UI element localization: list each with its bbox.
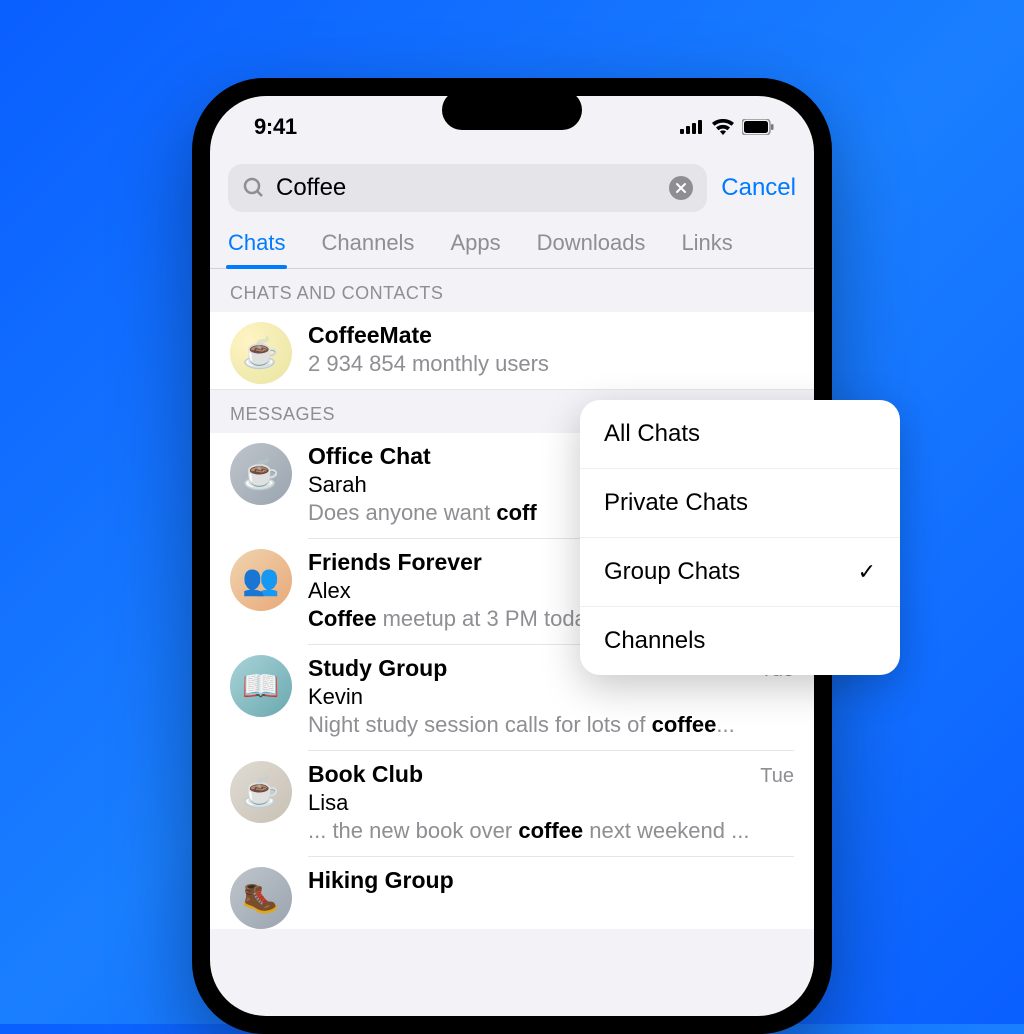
tab-channels[interactable]: Channels (321, 222, 414, 268)
signal-icon (680, 120, 704, 134)
search-icon (242, 176, 266, 200)
chat-preview: ... the new book over coffee next weeken… (308, 818, 794, 844)
contact-row[interactable]: ☕ CoffeeMate 2 934 854 monthly users (210, 312, 814, 389)
tab-apps[interactable]: Apps (450, 222, 500, 268)
tab-downloads[interactable]: Downloads (537, 222, 646, 268)
filter-label: Channels (604, 627, 705, 655)
filter-label: Group Chats (604, 558, 740, 586)
filter-popover: All Chats Private Chats Group Chats ✓ Ch… (580, 400, 900, 675)
avatar-emoji: ☕ (242, 457, 279, 492)
avatar-emoji: 🥾 (242, 881, 279, 916)
avatar: ☕ (230, 322, 292, 384)
chat-row[interactable]: ☕ Book Club Tue Lisa ... the new book ove… (210, 751, 814, 857)
avatar: ☕ (230, 761, 292, 823)
status-icons (680, 119, 774, 135)
filter-label: All Chats (604, 420, 700, 448)
wifi-icon (712, 119, 734, 135)
avatar: 🥾 (230, 867, 292, 929)
tab-label: Apps (450, 230, 500, 255)
cancel-button[interactable]: Cancel (721, 174, 796, 202)
chat-title: Hiking Group (308, 867, 454, 894)
tab-links[interactable]: Links (681, 222, 732, 268)
avatar-emoji: ☕ (242, 775, 279, 810)
phone-notch (442, 90, 582, 130)
search-input[interactable] (276, 174, 659, 202)
tab-label: Links (681, 230, 732, 255)
avatar-emoji: 👥 (242, 563, 279, 598)
avatar: ☕ (230, 443, 292, 505)
contacts-list: ☕ CoffeeMate 2 934 854 monthly users (210, 312, 814, 389)
contact-subtitle: 2 934 854 monthly users (308, 351, 794, 377)
chat-title: Friends Forever (308, 549, 482, 576)
tab-chats[interactable]: Chats (228, 222, 285, 268)
chat-title: Study Group (308, 655, 447, 682)
search-tabs: Chats Channels Apps Downloads Links (210, 222, 814, 269)
clear-search-button[interactable] (669, 176, 693, 200)
battery-icon (742, 119, 774, 135)
filter-option-channels[interactable]: Channels (580, 607, 900, 675)
tab-label: Channels (321, 230, 414, 255)
avatar: 📖 (230, 655, 292, 717)
avatar-emoji: 📖 (242, 669, 279, 704)
avatar: 👥 (230, 549, 292, 611)
filter-option-private-chats[interactable]: Private Chats (580, 469, 900, 538)
filter-label: Private Chats (604, 489, 748, 517)
contact-title: CoffeeMate (308, 322, 794, 349)
chat-sender: Kevin (308, 684, 794, 710)
tab-label: Chats (228, 230, 285, 255)
tab-label: Downloads (537, 230, 646, 255)
checkmark-icon: ✓ (858, 559, 876, 585)
search-row: Cancel (210, 158, 814, 222)
chat-title: Office Chat (308, 443, 431, 470)
chat-row[interactable]: 🥾 Hiking Group (210, 857, 814, 929)
search-box[interactable] (228, 164, 707, 212)
filter-option-group-chats[interactable]: Group Chats ✓ (580, 538, 900, 607)
filter-option-all-chats[interactable]: All Chats (580, 400, 900, 469)
avatar-emoji: ☕ (242, 336, 279, 371)
chat-sender: Lisa (308, 790, 794, 816)
chat-time: Tue (760, 765, 794, 788)
close-icon (675, 182, 687, 194)
status-time: 9:41 (254, 114, 297, 140)
section-header-contacts: CHATS AND CONTACTS (210, 269, 814, 312)
chat-title: Book Club (308, 761, 423, 788)
chat-preview: Night study session calls for lots of co… (308, 712, 794, 738)
